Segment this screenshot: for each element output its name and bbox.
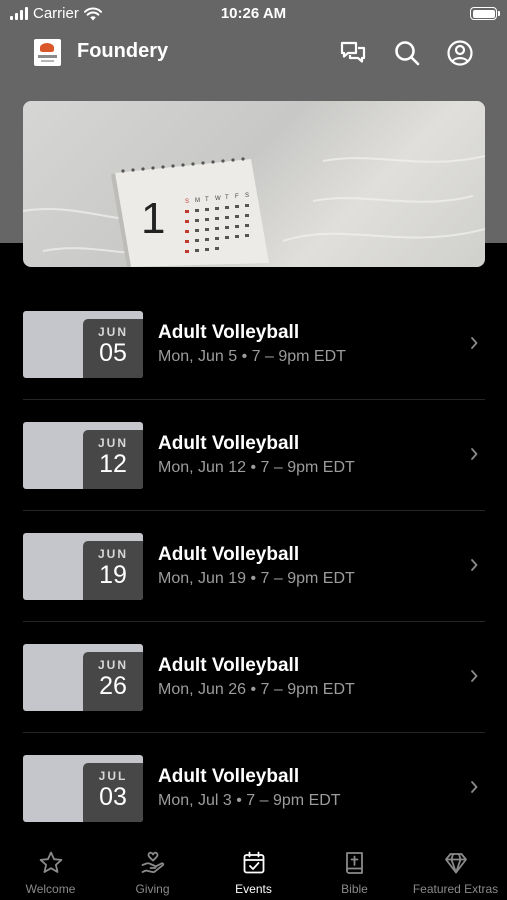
hero-image: 1 SMTWTFS [23, 101, 485, 267]
star-icon [0, 850, 101, 876]
event-datetime: Mon, Jul 3 • 7 – 9pm EDT [158, 792, 341, 809]
chat-bubbles-icon[interactable] [338, 38, 368, 68]
svg-text:1: 1 [141, 194, 165, 243]
svg-text:S: S [245, 193, 249, 199]
tab-label: Featured Extras [412, 882, 499, 896]
tab-welcome[interactable]: Welcome [0, 838, 101, 900]
date-badge: JUL 03 [83, 763, 143, 822]
tab-label: Bible [341, 882, 368, 896]
app-header: Foundery [0, 30, 507, 76]
date-month: JUL [98, 769, 128, 783]
date-day: 19 [99, 561, 127, 589]
battery-icon [470, 7, 500, 20]
chevron-right-icon [469, 335, 479, 351]
tab-label: Giving [135, 882, 170, 896]
event-thumbnail: JUN 12 [23, 422, 143, 489]
tab-bar: Welcome Giving Events Bible Featured Extras [0, 838, 507, 900]
svg-text:T: T [225, 195, 229, 201]
date-month: JUN [97, 658, 128, 672]
status-bar: Carrier 10:26 AM [0, 0, 507, 30]
event-list-item[interactable]: JUN 05 Adult Volleyball Mon, Jun 5 • 7 – 9p… [23, 289, 485, 400]
status-time: 10:26 AM [220, 5, 287, 22]
tab-bible[interactable]: Bible [304, 838, 405, 900]
tab-events[interactable]: Events [203, 838, 304, 900]
event-title: Adult Volleyball [158, 433, 300, 454]
giving-hand-icon [102, 850, 203, 876]
event-datetime: Mon, Jun 26 • 7 – 9pm EDT [158, 681, 355, 698]
search-icon[interactable] [392, 38, 422, 68]
event-datetime: Mon, Jun 12 • 7 – 9pm EDT [158, 459, 355, 476]
event-list-item[interactable]: JUL 03 Adult Volleyball Mon, Jul 3 • 7 – 9p… [23, 733, 485, 844]
svg-text:S: S [185, 199, 189, 205]
event-thumbnail: JUL 03 [23, 755, 143, 822]
date-badge: JUN 05 [83, 319, 143, 378]
svg-text:W: W [215, 196, 221, 202]
chevron-right-icon [469, 557, 479, 573]
desk-calendar: 1 SMTWTFS [111, 157, 269, 267]
svg-text:T: T [205, 197, 209, 203]
event-title: Adult Volleyball [158, 322, 300, 343]
event-thumbnail: JUN 26 [23, 644, 143, 711]
date-day: 03 [99, 783, 127, 811]
event-title: Adult Volleyball [158, 655, 300, 676]
svg-text:F: F [235, 194, 239, 200]
svg-text:M: M [195, 198, 200, 204]
tab-giving[interactable]: Giving [102, 838, 203, 900]
calendar-check-icon [203, 850, 304, 876]
app-title: Foundery [77, 40, 169, 62]
date-day: 05 [99, 339, 127, 367]
date-badge: JUN 12 [83, 430, 143, 489]
tab-label: Events [235, 882, 272, 896]
tab-featured-extras[interactable]: Featured Extras [405, 838, 506, 900]
chevron-right-icon [469, 668, 479, 684]
chevron-right-icon [469, 779, 479, 795]
event-datetime: Mon, Jun 5 • 7 – 9pm EDT [158, 348, 346, 365]
bible-icon [304, 850, 405, 876]
account-icon[interactable] [445, 38, 475, 68]
diamond-icon [405, 850, 506, 876]
event-datetime: Mon, Jun 19 • 7 – 9pm EDT [158, 570, 355, 587]
event-list-item[interactable]: JUN 26 Adult Volleyball Mon, Jun 26 • 7 – 9… [23, 622, 485, 733]
date-month: JUN [97, 325, 128, 339]
date-badge: JUN 26 [83, 652, 143, 711]
chevron-right-icon [469, 446, 479, 462]
date-day: 26 [99, 672, 127, 700]
app-logo [34, 39, 61, 66]
event-thumbnail: JUN 05 [23, 311, 143, 378]
date-day: 12 [99, 450, 127, 478]
event-list-item[interactable]: JUN 19 Adult Volleyball Mon, Jun 19 • 7 – 9… [23, 511, 485, 622]
date-month: JUN [97, 547, 128, 561]
event-thumbnail: JUN 19 [23, 533, 143, 600]
event-list-item[interactable]: JUN 12 Adult Volleyball Mon, Jun 12 • 7 – 9… [23, 400, 485, 511]
date-month: JUN [97, 436, 128, 450]
event-title: Adult Volleyball [158, 766, 300, 787]
event-title: Adult Volleyball [158, 544, 300, 565]
event-list: JUN 05 Adult Volleyball Mon, Jun 5 • 7 – 9p… [23, 289, 485, 844]
date-badge: JUN 19 [83, 541, 143, 600]
tab-label: Welcome [25, 882, 76, 896]
